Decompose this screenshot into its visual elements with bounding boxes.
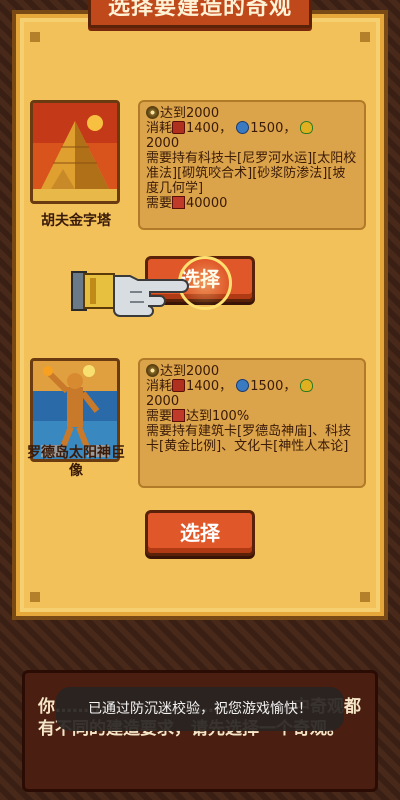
resource-cost: 消耗 1400， 1500， 2000 — [146, 121, 358, 151]
wood-resource-icon — [172, 121, 186, 134]
corn-resource-icon — [300, 121, 314, 134]
corn-resource-icon — [300, 379, 314, 392]
panel-corner-decoration — [30, 32, 40, 42]
requirements-box: 达到2000 消耗 1400， 1500， 2000 需要持有科技卡[尼罗河水运]… — [138, 100, 366, 230]
panel-corner-decoration — [360, 592, 370, 602]
red-crate-icon — [172, 409, 186, 422]
wonder-name: 胡夫金字塔 — [41, 213, 111, 229]
faith-coin-icon — [146, 364, 159, 377]
wonder-name: 罗德岛太阳神巨像 — [27, 445, 125, 479]
panel-corner-decoration — [360, 32, 370, 42]
stone-resource-icon — [236, 379, 250, 392]
resource-cost: 消耗 1400， 1500， 2000 — [146, 379, 358, 409]
pyramid-image — [33, 103, 117, 201]
panel-title: 选择要建造的奇观 — [88, 0, 312, 28]
pyramid-portrait[interactable] — [30, 100, 120, 204]
stone-resource-icon — [236, 121, 250, 134]
select-colossus-button[interactable]: 选择 — [145, 510, 255, 556]
tech-requirement: 需要持有科技卡[尼罗河水运][太阳校准法][砌筑咬合术][砂浆防渗法][坡度几何… — [146, 151, 357, 196]
need-requirement: 需要 达到100% — [146, 409, 250, 424]
wood-resource-icon — [172, 379, 186, 392]
toast-message: 已通过防沉迷校验，祝您游戏愉快！ — [56, 687, 344, 731]
faith-coin-icon — [146, 106, 159, 119]
red-crate-icon — [172, 196, 186, 209]
faith-requirement: 达到2000 — [146, 106, 358, 121]
requirements-box: 达到2000 消耗 1400， 1500， 2000 需要 达到100% 需要持有建… — [138, 358, 366, 488]
faith-requirement: 达到2000 — [146, 364, 358, 379]
tech-requirement: 需要持有建筑卡[罗德岛神庙]、科技卡[黄金比例]、文化卡[神性人本论] — [146, 424, 352, 454]
need-requirement: 需要 40000 — [146, 196, 228, 211]
pointing-gauntlet-icon — [71, 271, 189, 317]
panel-corner-decoration — [30, 592, 40, 602]
